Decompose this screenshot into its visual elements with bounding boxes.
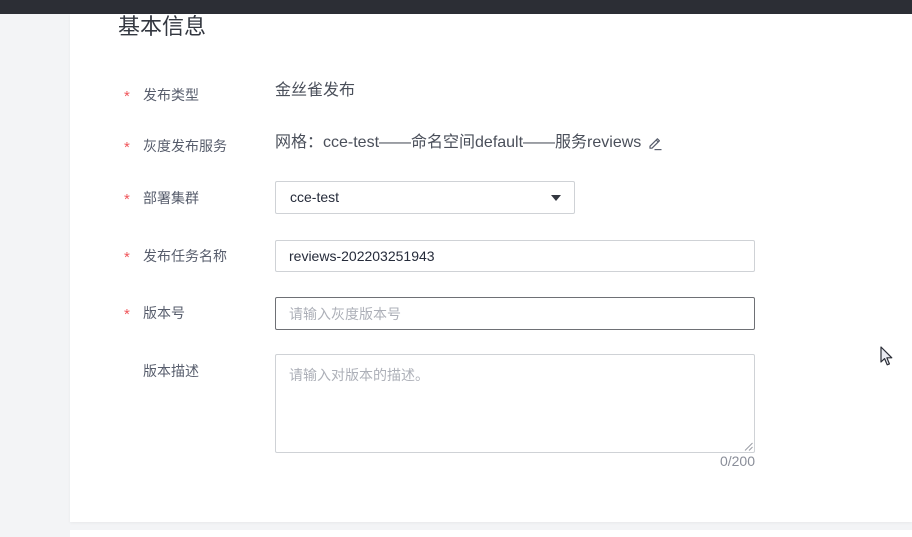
required-mark: *: [124, 139, 130, 156]
description-field: [275, 354, 755, 453]
required-mark: *: [124, 249, 130, 266]
version-input[interactable]: [275, 297, 755, 330]
gray-service-value: 网格：cce-test——命名空间default——服务reviews: [275, 134, 642, 151]
cluster-select-value: cce-test: [290, 189, 340, 205]
description-textarea[interactable]: [275, 354, 755, 453]
release-type-label: 发布类型: [143, 87, 199, 103]
basic-info-card: 基本信息 * 发布类型 金丝雀发布 * 灰度发布服务 网格：cce-test——…: [70, 14, 912, 522]
next-section-card: [70, 530, 912, 537]
top-bar: [0, 0, 912, 14]
task-name-label: 发布任务名称: [143, 248, 227, 264]
dropdown-triangle-icon: [551, 195, 561, 201]
version-label: 版本号: [143, 305, 185, 321]
required-mark: *: [124, 191, 130, 208]
gray-service-display: 网格：cce-test——命名空间default——服务reviews: [275, 133, 663, 153]
gray-service-label: 灰度发布服务: [143, 138, 227, 154]
edit-pencil-icon[interactable]: [647, 135, 663, 151]
description-label: 版本描述: [143, 363, 199, 379]
description-char-counter: 0/200: [719, 453, 755, 469]
left-gutter: [0, 14, 70, 537]
form-row-release-type: * 发布类型 金丝雀发布: [70, 82, 912, 105]
form-row-version: * 版本号: [70, 297, 912, 330]
resize-grip-icon[interactable]: [744, 442, 753, 451]
form-row-description: 版本描述 0/200: [70, 354, 912, 469]
cluster-label: 部署集群: [143, 190, 199, 206]
form-row-gray-service: * 灰度发布服务 网格：cce-test——命名空间default——服务rev…: [70, 133, 912, 156]
cluster-select[interactable]: cce-test: [275, 181, 575, 214]
form-row-task-name: * 发布任务名称: [70, 240, 912, 272]
task-name-input[interactable]: [275, 240, 755, 272]
form-row-cluster: * 部署集群 cce-test: [70, 181, 912, 214]
required-mark: *: [124, 306, 130, 323]
section-title: 基本信息: [118, 14, 207, 39]
release-type-value: 金丝雀发布: [275, 82, 356, 99]
required-mark: *: [124, 88, 130, 105]
